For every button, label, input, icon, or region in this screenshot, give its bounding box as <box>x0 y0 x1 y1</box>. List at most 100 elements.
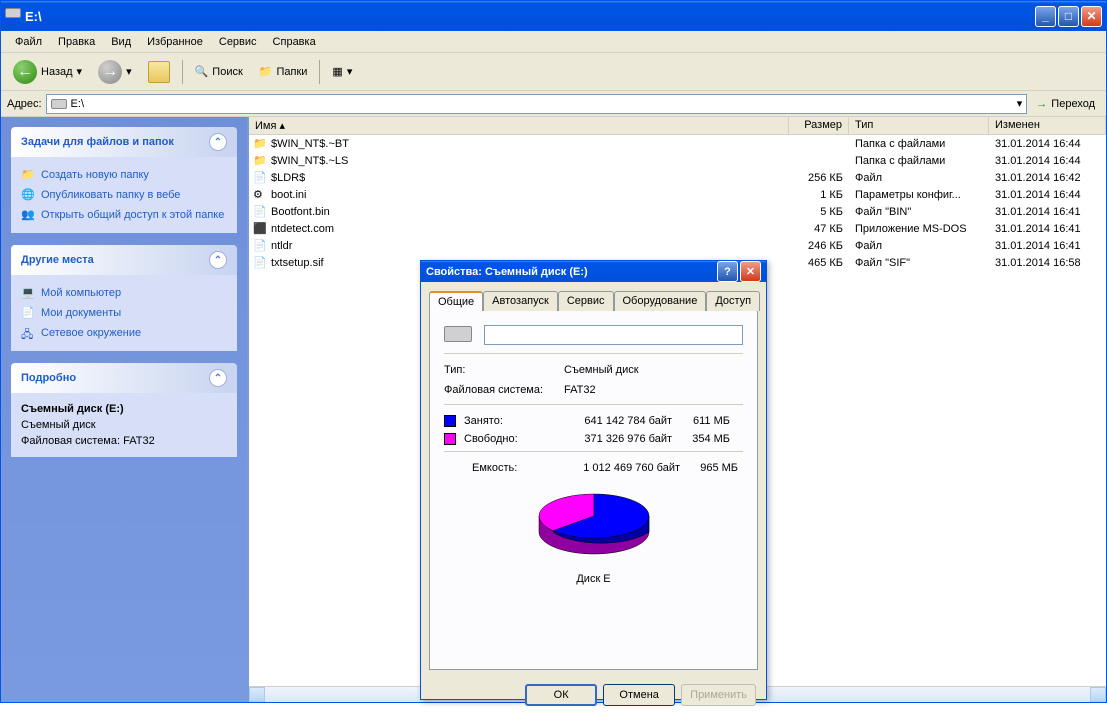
task-new-folder[interactable]: 📁Создать новую папку <box>21 165 227 185</box>
file-row[interactable]: ⚙boot.ini1 КБПараметры конфиг...31.01.20… <box>249 186 1106 203</box>
file-type: Файл "BIN" <box>849 206 989 218</box>
go-button[interactable]: → Переход <box>1031 95 1100 113</box>
menu-favorites[interactable]: Избранное <box>139 33 211 51</box>
file-type: Файл "SIF" <box>849 257 989 269</box>
file-size: 246 КБ <box>789 240 849 252</box>
minimize-button[interactable]: _ <box>1035 6 1056 27</box>
file-type: Параметры конфиг... <box>849 189 989 201</box>
file-row[interactable]: 📄ntldr246 КБФайл31.01.2014 16:41 <box>249 237 1106 254</box>
free-swatch <box>444 433 456 445</box>
pie-chart <box>444 484 743 567</box>
sidebar: Задачи для файлов и папок ⌃ 📁Создать нов… <box>1 117 247 702</box>
file-name: ntdetect.com <box>271 223 334 235</box>
file-row[interactable]: 📁$WIN_NT$.~LSПапка с файлами31.01.2014 1… <box>249 152 1106 169</box>
type-label: Тип: <box>444 364 554 376</box>
details-type: Съемный диск <box>21 417 227 433</box>
new-folder-icon: 📁 <box>21 168 35 182</box>
file-row[interactable]: 📁$WIN_NT$.~BTПапка с файлами31.01.2014 1… <box>249 135 1106 152</box>
help-button[interactable]: ? <box>717 261 738 282</box>
place-network[interactable]: 🖧Сетевое окружение <box>21 323 227 343</box>
documents-icon: 📄 <box>21 306 35 320</box>
col-name[interactable]: Имя ▴ <box>249 117 789 134</box>
address-label: Адрес: <box>7 98 42 110</box>
drive-icon <box>5 8 21 24</box>
views-button[interactable]: ▦▾ <box>326 62 358 81</box>
details-fs: Файловая система: FAT32 <box>21 433 227 449</box>
folder-icon: 📁 <box>259 65 273 78</box>
volume-label-input[interactable] <box>484 325 743 345</box>
tab-service[interactable]: Сервис <box>558 291 614 311</box>
folders-button[interactable]: 📁 Папки <box>253 62 314 81</box>
free-mb: 354 МБ <box>680 433 730 445</box>
places-panel-header[interactable]: Другие места ⌃ <box>11 245 237 275</box>
scroll-right-button[interactable] <box>1090 687 1106 702</box>
maximize-button[interactable]: □ <box>1058 6 1079 27</box>
dialog-close-button[interactable]: ✕ <box>740 261 761 282</box>
free-bytes: 371 326 976 байт <box>552 433 672 445</box>
address-input[interactable]: E:\ ▾ <box>46 94 1028 114</box>
used-label: Занято: <box>464 415 544 427</box>
titlebar[interactable]: E:\ _ □ ✕ <box>1 1 1106 31</box>
col-size[interactable]: Размер <box>789 117 849 134</box>
type-value: Съемный диск <box>564 364 639 376</box>
tasks-panel-header[interactable]: Задачи для файлов и папок ⌃ <box>11 127 237 157</box>
details-panel: Подробно ⌃ Съемный диск (E:) Съемный дис… <box>11 363 237 457</box>
file-type: Папка с файлами <box>849 138 989 150</box>
chevron-up-icon: ⌃ <box>209 133 227 151</box>
file-row[interactable]: 📄Bootfont.bin5 КБФайл "BIN"31.01.2014 16… <box>249 203 1106 220</box>
menu-help[interactable]: Справка <box>265 33 324 51</box>
drive-icon <box>51 99 67 109</box>
file-name: $WIN_NT$.~BT <box>271 138 349 150</box>
window-title: E:\ <box>25 9 1035 24</box>
up-button[interactable] <box>142 58 176 86</box>
file-type: Папка с файлами <box>849 155 989 167</box>
details-panel-header[interactable]: Подробно ⌃ <box>11 363 237 393</box>
back-icon: ← <box>13 60 37 84</box>
file-row[interactable]: ⬛ntdetect.com47 КБПриложение MS-DOS31.01… <box>249 220 1106 237</box>
disk-icon <box>444 326 474 345</box>
menu-view[interactable]: Вид <box>103 33 139 51</box>
tab-access[interactable]: Доступ <box>706 291 760 311</box>
menu-edit[interactable]: Правка <box>50 33 103 51</box>
chevron-down-icon[interactable]: ▾ <box>1017 97 1023 110</box>
place-mydocs[interactable]: 📄Мои документы <box>21 303 227 323</box>
file-icon: 📄 <box>253 256 267 270</box>
menu-service[interactable]: Сервис <box>211 33 265 51</box>
col-date[interactable]: Изменен <box>989 117 1106 134</box>
file-size: 47 КБ <box>789 223 849 235</box>
folder-icon: 📁 <box>253 154 267 168</box>
dos-icon: ⬛ <box>253 222 267 236</box>
file-row[interactable]: 📄$LDR$256 КБФайл31.01.2014 16:42 <box>249 169 1106 186</box>
tab-general[interactable]: Общие <box>429 291 483 311</box>
toolbar: ← Назад ▾ → ▾ 🔍 Поиск 📁 Папки ▦▾ <box>1 53 1106 91</box>
task-share[interactable]: 👥Открыть общий доступ к этой папке <box>21 205 227 225</box>
place-mycomputer[interactable]: 💻Мой компьютер <box>21 283 227 303</box>
tab-hardware[interactable]: Оборудование <box>614 291 707 311</box>
dialog-titlebar[interactable]: Свойства: Съемный диск (E:) ? ✕ <box>421 261 766 282</box>
disk-label: Диск E <box>444 573 743 585</box>
file-date: 31.01.2014 16:42 <box>989 172 1106 184</box>
file-type: Приложение MS-DOS <box>849 223 989 235</box>
search-button[interactable]: 🔍 Поиск <box>189 62 249 81</box>
file-date: 31.01.2014 16:44 <box>989 189 1106 201</box>
close-button[interactable]: ✕ <box>1081 6 1102 27</box>
share-icon: 👥 <box>21 208 35 222</box>
file-date: 31.01.2014 16:58 <box>989 257 1106 269</box>
forward-button[interactable]: → ▾ <box>92 57 138 87</box>
file-name: txtsetup.sif <box>271 257 324 269</box>
free-label: Свободно: <box>464 433 544 445</box>
column-headers: Имя ▴ Размер Тип Изменен <box>249 117 1106 135</box>
file-size: 5 КБ <box>789 206 849 218</box>
file-size: 1 КБ <box>789 189 849 201</box>
file-icon: 📄 <box>253 205 267 219</box>
menu-file[interactable]: Файл <box>7 33 50 51</box>
scroll-left-button[interactable] <box>249 687 265 702</box>
file-name: boot.ini <box>271 189 306 201</box>
col-type[interactable]: Тип <box>849 117 989 134</box>
file-date: 31.01.2014 16:44 <box>989 138 1106 150</box>
task-publish[interactable]: 🌐Опубликовать папку в вебе <box>21 185 227 205</box>
chevron-down-icon: ▾ <box>77 65 83 78</box>
back-button[interactable]: ← Назад ▾ <box>7 57 88 87</box>
capacity-mb: 965 МБ <box>688 462 738 474</box>
tab-autorun[interactable]: Автозапуск <box>483 291 558 311</box>
